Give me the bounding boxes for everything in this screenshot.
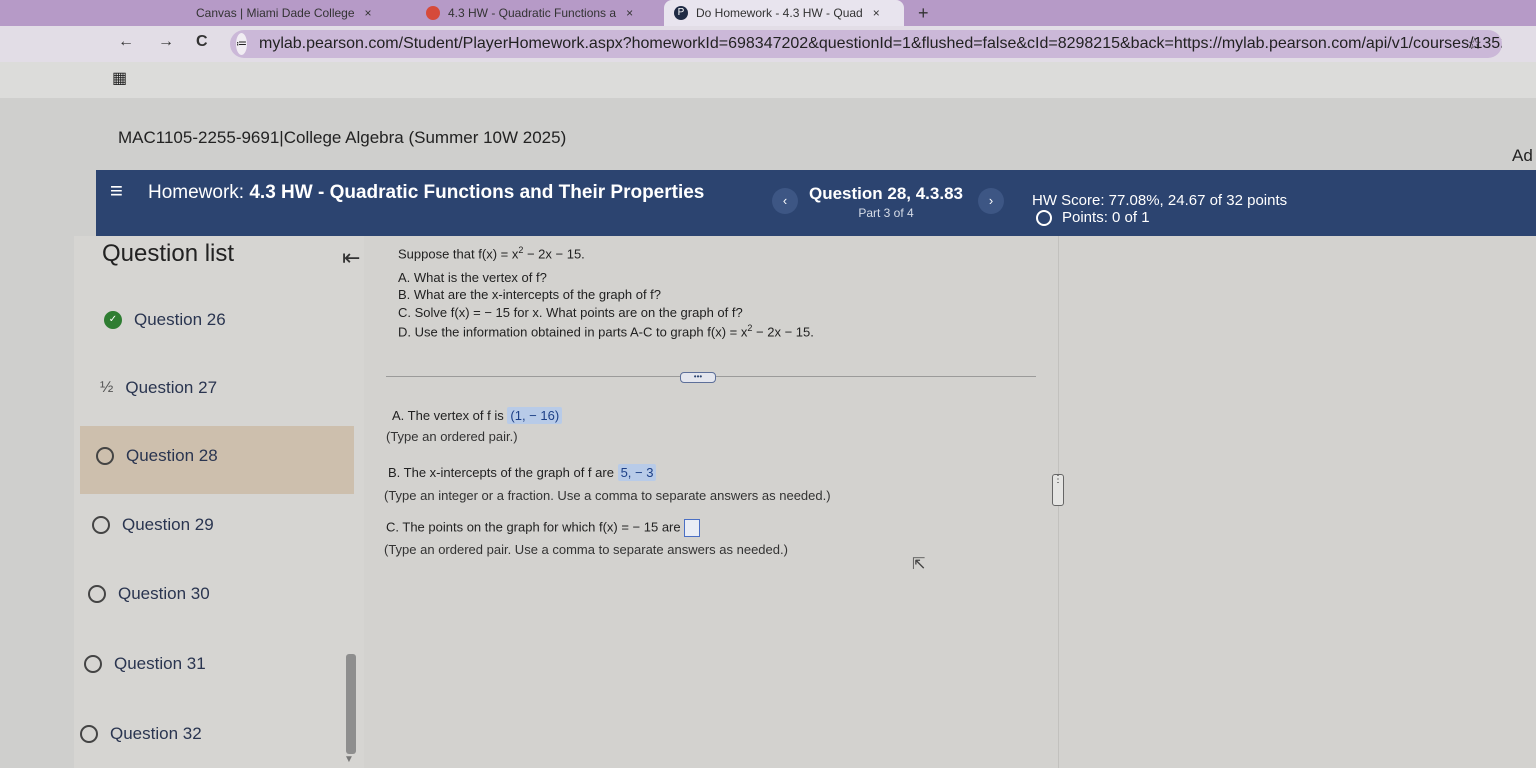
- bookmark-star-icon[interactable]: ☆: [1468, 34, 1482, 54]
- answer-b: B. The x-intercepts of the graph of f ar…: [388, 464, 657, 481]
- close-icon[interactable]: ×: [365, 6, 372, 20]
- scroll-down-icon[interactable]: ▼: [344, 754, 354, 765]
- problem-part-d: D. Use the information obtained in parts…: [398, 322, 814, 339]
- homework-title: Homework: 4.3 HW - Quadratic Functions a…: [148, 182, 704, 204]
- answer-a-field[interactable]: (1, − 16): [507, 407, 563, 424]
- url-input[interactable]: ≔ mylab.pearson.com/Student/PlayerHomewo…: [230, 30, 1502, 58]
- site-info-icon[interactable]: ≔: [236, 33, 247, 55]
- question-label: Question 32: [110, 724, 202, 743]
- question-list-item-30[interactable]: Question 30: [88, 584, 210, 604]
- back-button[interactable]: ←: [118, 33, 134, 51]
- problem-part-b: B. What are the x-intercepts of the grap…: [398, 287, 662, 303]
- next-question-button[interactable]: ›: [978, 188, 1004, 214]
- points-status-icon: [1036, 209, 1052, 226]
- answer-c-hint: (Type an ordered pair. Use a comma to se…: [384, 542, 788, 557]
- new-tab-button[interactable]: +: [918, 0, 929, 26]
- question-label: Question 30: [118, 584, 210, 603]
- close-icon[interactable]: ×: [873, 6, 880, 20]
- mouse-pointer-icon: ⇱: [912, 556, 926, 573]
- tab-label: 4.3 HW - Quadratic Functions a: [448, 6, 617, 20]
- homework-name: 4.3 HW - Quadratic Functions and Their P…: [249, 182, 705, 203]
- course-title: MAC1105-2255-9691|College Algebra (Summe…: [118, 128, 567, 147]
- answer-c-input[interactable]: [684, 519, 701, 537]
- question-label: Question 31: [114, 654, 206, 673]
- question-label: Question 26: [134, 310, 226, 329]
- question-list-title: Question list: [102, 240, 235, 267]
- empty-circle-icon: [80, 725, 98, 743]
- url-text: mylab.pearson.com/Student/PlayerHomework…: [259, 35, 1502, 52]
- problem-statement: Suppose that f(x) = x2 − 2x − 15. A. Wha…: [398, 244, 814, 340]
- problem-part-a: A. What is the vertex of f?: [398, 269, 547, 285]
- question-list-item-29[interactable]: Question 29: [92, 515, 214, 535]
- question-label: Question 28: [126, 446, 218, 465]
- question-info: Question 28, 4.3.83 Part 3 of 4: [796, 184, 976, 220]
- tab-label: Do Homework - 4.3 HW - Quad: [696, 6, 863, 20]
- tab-label: Canvas | Miami Dade College: [196, 6, 355, 20]
- checkmark-icon: ✓: [104, 311, 122, 329]
- answer-a: A. The vertex of f is (1, − 16): [392, 407, 563, 424]
- question-label: Question 29: [122, 515, 214, 534]
- sidebar-scrollbar[interactable]: [346, 654, 356, 754]
- homework-header: ≡ Homework: 4.3 HW - Quadratic Functions…: [96, 170, 1536, 236]
- bookmarks-bar: [0, 62, 1536, 98]
- question-label: Question 27: [125, 378, 218, 397]
- tab-quadratic-functions[interactable]: 4.3 HW - Quadratic Functions a ×: [426, 0, 651, 26]
- answer-c: C. The points on the graph for which f(x…: [386, 519, 701, 537]
- empty-circle-icon: [88, 585, 106, 603]
- apps-grid-icon[interactable]: ▦: [112, 68, 127, 88]
- expand-handle-icon[interactable]: •••: [680, 372, 716, 383]
- question-number: Question 28, 4.3.83: [808, 184, 963, 203]
- empty-circle-icon: [92, 516, 110, 534]
- question-list-item-26[interactable]: ✓ Question 26: [104, 310, 226, 330]
- hw-score: HW Score: 77.08%, 24.67 of 32 points: [1032, 192, 1288, 209]
- answer-b-hint: (Type an integer or a fraction. Use a co…: [384, 488, 831, 503]
- previous-question-button[interactable]: ‹: [772, 188, 798, 214]
- more-options-icon[interactable]: ⋮: [1052, 474, 1064, 506]
- answer-a-hint: (Type an ordered pair.): [386, 429, 518, 444]
- collapse-panel-icon[interactable]: ⇤: [342, 245, 360, 271]
- reload-button[interactable]: C: [196, 33, 208, 51]
- pearson-favicon-icon: P: [674, 6, 688, 20]
- homework-prefix: Homework:: [148, 182, 245, 203]
- forward-button[interactable]: →: [158, 33, 174, 51]
- browser-tab-bar: Canvas | Miami Dade College × 4.3 HW - Q…: [0, 0, 1536, 26]
- ad-text: Ad: [1512, 146, 1533, 165]
- partial-credit-icon: ½: [100, 379, 114, 396]
- question-list-item-28[interactable]: Question 28: [96, 446, 218, 466]
- empty-circle-icon: [84, 655, 102, 673]
- answer-b-field[interactable]: 5, − 3: [617, 464, 657, 481]
- hamburger-menu-icon[interactable]: ≡: [110, 178, 123, 204]
- points-text: Points: 0 of 1: [1062, 209, 1150, 226]
- problem-part-c: C. Solve f(x) = − 15 for x. What points …: [398, 304, 743, 320]
- empty-circle-icon: [96, 447, 114, 465]
- problem-intro: Suppose that f(x) = x2 − 2x − 15.: [398, 245, 585, 262]
- question-list-item-31[interactable]: Question 31: [84, 654, 206, 674]
- question-list-item-27[interactable]: ½ Question 27: [100, 378, 217, 398]
- tab-do-homework[interactable]: P Do Homework - 4.3 HW - Quad ×: [664, 0, 904, 26]
- question-list-item-32[interactable]: Question 32: [80, 724, 202, 744]
- points-display: Points: 0 of 1: [1036, 209, 1150, 226]
- pearson-favicon-icon: [426, 6, 440, 20]
- close-icon[interactable]: ×: [626, 6, 633, 20]
- tab-canvas[interactable]: Canvas | Miami Dade College ×: [196, 0, 396, 26]
- question-part: Part 3 of 4: [858, 206, 914, 220]
